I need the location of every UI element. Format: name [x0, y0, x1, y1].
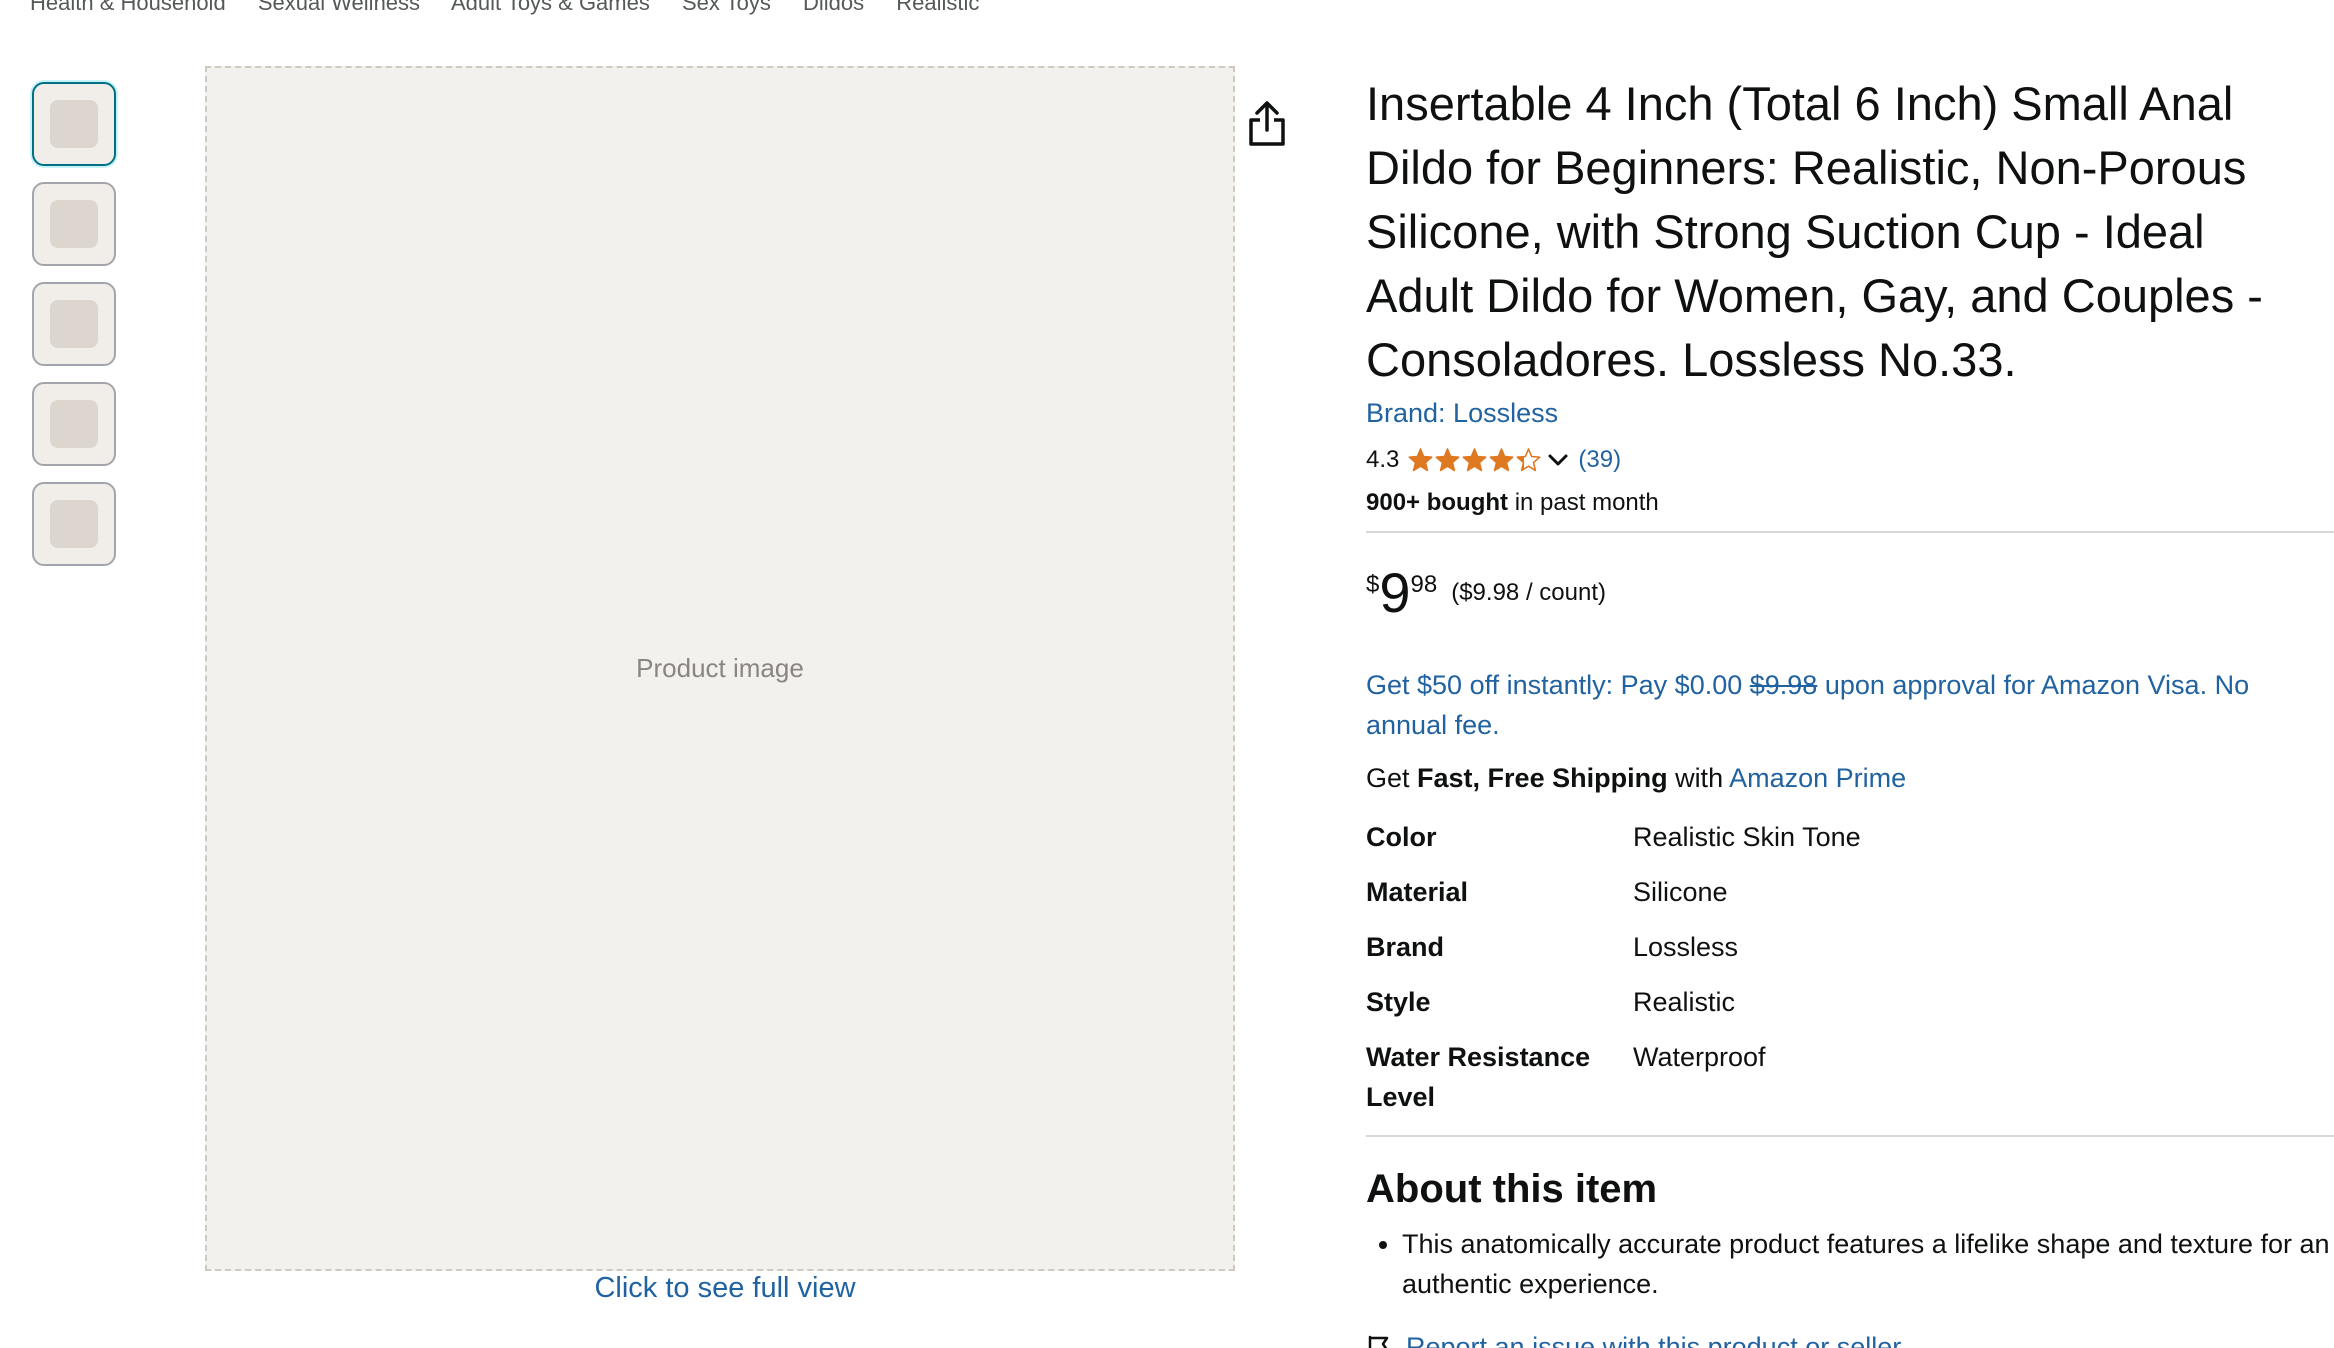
divider	[1366, 1135, 2334, 1137]
star-icon	[1435, 447, 1460, 471]
about-bullets: This anatomically accurate product featu…	[1366, 1224, 2334, 1304]
full-view-link[interactable]: Click to see full view	[0, 1272, 1450, 1305]
image-placeholder	[50, 300, 98, 348]
about-heading: About this item	[1366, 1167, 1658, 1211]
breadcrumb-item[interactable]: Dildos	[803, 0, 864, 15]
price: $ 9 98 ($9.98 / count)	[1366, 565, 2334, 625]
chevron-down-icon[interactable]	[1546, 448, 1570, 472]
price-symbol: $	[1366, 571, 1380, 598]
shipping-info: Get Fast, Free Shipping with Amazon Prim…	[1366, 763, 2334, 794]
spec-key: Brand	[1366, 932, 1445, 962]
breadcrumb-item[interactable]: Sexual Wellness	[258, 0, 420, 15]
shipping-prefix: Get	[1366, 763, 1418, 793]
star-icon	[1408, 447, 1433, 471]
product-title: Insertable 4 Inch (Total 6 Inch) Small A…	[1366, 77, 2263, 386]
main-product-image[interactable]: Product image	[205, 66, 1235, 1271]
image-placeholder	[50, 500, 98, 548]
shipping-middle: with	[1667, 763, 1730, 793]
prime-link[interactable]: Amazon Prime	[1729, 763, 1906, 793]
spec-key: Color	[1366, 822, 1437, 852]
share-icon[interactable]	[1245, 100, 1289, 148]
divider	[1366, 531, 2334, 533]
spec-table: Color Realistic Skin Tone Material Silic…	[1366, 810, 1861, 1125]
spec-value: Realistic	[1633, 987, 1736, 1017]
promo-strikethrough-price: $9.98	[1749, 670, 1818, 700]
rating-score: 4.3	[1366, 446, 1400, 473]
brand-link[interactable]: Brand: Lossless	[1366, 398, 2334, 429]
visa-promo-link[interactable]: Get $50 off instantly: Pay $0.00 $9.98 u…	[1366, 665, 2326, 745]
breadcrumb-item[interactable]: Realistic	[896, 0, 979, 15]
thumbnail[interactable]	[32, 82, 116, 166]
spec-value: Lossless	[1633, 932, 1739, 962]
spec-value: Waterproof	[1633, 1042, 1766, 1072]
promo-text-before: Get $50 off instantly: Pay $0.00	[1366, 670, 1750, 700]
thumbnail[interactable]	[32, 382, 116, 466]
breadcrumb: Health & Household Sexual Wellness Adult…	[30, 0, 1005, 16]
star-icon	[1489, 447, 1514, 471]
price-whole: 9	[1379, 561, 1411, 624]
spec-value: Silicone	[1633, 877, 1728, 907]
spec-key: Material	[1366, 877, 1469, 907]
rating-row: 4.3 (39)	[1366, 443, 2334, 477]
shipping-bold: Fast, Free Shipping	[1417, 763, 1668, 793]
image-placeholder-label: Product image	[636, 653, 804, 683]
breadcrumb-item[interactable]: Health & Household	[30, 0, 226, 15]
spec-key: Style	[1366, 987, 1431, 1017]
unit-price: ($9.98 / count)	[1451, 579, 1606, 606]
spec-key: Water Resistance Level	[1366, 1042, 1591, 1112]
spec-row: Color Realistic Skin Tone	[1366, 810, 1861, 865]
report-issue-label: Report an issue with this product or sel…	[1406, 1332, 1902, 1348]
bought-count: 900+ bought in past month	[1366, 489, 2334, 517]
product-details: Insertable 4 Inch (Total 6 Inch) Small A…	[1366, 72, 2334, 1348]
breadcrumb-item[interactable]: Sex Toys	[682, 0, 771, 15]
spec-row: Water Resistance Level Waterproof	[1366, 1030, 1861, 1125]
spec-row: Material Silicone	[1366, 865, 1861, 920]
flag-icon	[1368, 1335, 1389, 1348]
image-placeholder	[50, 200, 98, 248]
star-rating[interactable]	[1407, 447, 1542, 474]
thumbnail[interactable]	[32, 482, 116, 566]
about-bullet: This anatomically accurate product featu…	[1402, 1224, 2334, 1304]
spec-value: Realistic Skin Tone	[1633, 822, 1861, 852]
star-icon	[1462, 447, 1487, 471]
price-fraction: 98	[1410, 571, 1438, 598]
spec-row: Style Realistic	[1366, 975, 1861, 1030]
bought-count-rest: in past month	[1508, 489, 1659, 516]
image-placeholder	[50, 100, 98, 148]
thumbnail[interactable]	[32, 182, 116, 266]
report-issue-link[interactable]: Report an issue with this product or sel…	[1366, 1332, 2334, 1348]
thumbnail[interactable]	[32, 282, 116, 366]
star-icon	[1516, 447, 1541, 471]
image-placeholder	[50, 400, 98, 448]
spec-row: Brand Lossless	[1366, 920, 1861, 975]
bought-count-bold: 900+ bought	[1366, 489, 1509, 516]
thumbnail-strip	[32, 82, 116, 582]
breadcrumb-item[interactable]: Adult Toys & Games	[451, 0, 650, 15]
rating-count-link[interactable]: (39)	[1578, 446, 1621, 474]
